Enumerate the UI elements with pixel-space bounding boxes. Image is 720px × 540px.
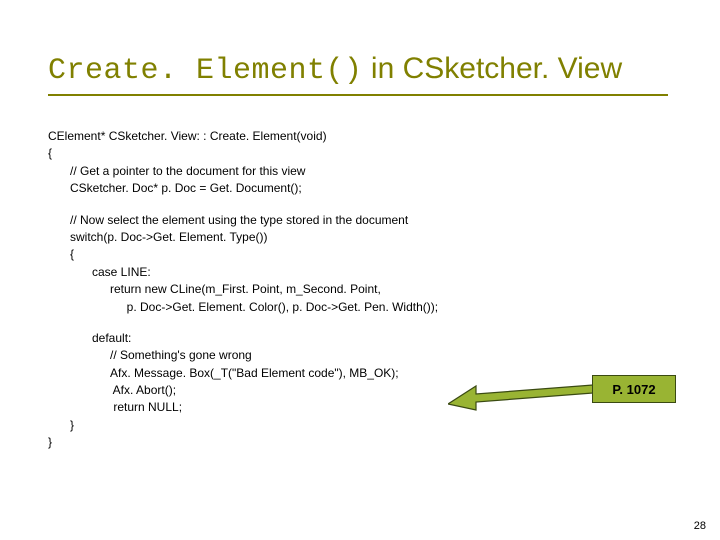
code-line: { [70, 246, 688, 263]
title-text-part: in CSketcher. View [363, 52, 623, 85]
code-line: // Get a pointer to the document for thi… [70, 163, 688, 180]
code-line: } [48, 434, 688, 451]
code-line: case LINE: [92, 264, 688, 281]
callout-label: P. 1072 [612, 382, 655, 397]
code-line: CSketcher. Doc* p. Doc = Get. Document()… [70, 180, 688, 197]
code-line: switch(p. Doc->Get. Element. Type()) [70, 229, 688, 246]
code-line: // Now select the element using the type… [70, 212, 688, 229]
code-block: CElement* CSketcher. View: : Create. Ele… [48, 128, 688, 452]
slide-number: 28 [694, 520, 706, 532]
slide-title: Create. Element() in CSketcher. View [48, 52, 668, 96]
code-line: default: [92, 330, 688, 347]
code-line: // Something's gone wrong [110, 347, 688, 364]
code-line: CElement* CSketcher. View: : Create. Ele… [48, 128, 688, 145]
code-line: return new CLine(m_First. Point, m_Secon… [110, 281, 688, 298]
code-line: { [48, 145, 688, 162]
code-line: } [70, 417, 688, 434]
code-line: p. Doc->Get. Element. Color(), p. Doc->G… [110, 299, 688, 316]
title-code-part: Create. Element() [48, 54, 363, 88]
page-reference-callout: P. 1072 [592, 375, 676, 403]
